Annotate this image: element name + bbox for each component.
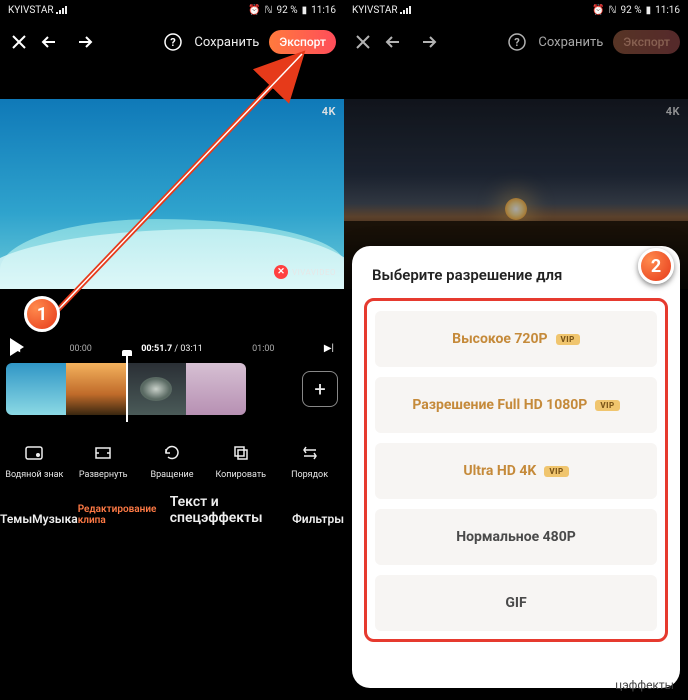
close-icon[interactable] (352, 31, 374, 53)
undo-icon[interactable] (40, 31, 62, 53)
tab-filters[interactable]: Фильтры (292, 512, 344, 526)
clip-thumb[interactable] (66, 363, 126, 415)
export-button[interactable]: Экспорт (613, 30, 680, 54)
tab-themes[interactable]: Темы (0, 512, 32, 526)
time-end: 01:00 (252, 344, 274, 354)
tab-editing[interactable]: Редактирование клипа (78, 504, 170, 526)
svg-text:?: ? (515, 36, 521, 49)
annotation-marker-1: 1 (24, 296, 60, 332)
tool-row: Водяной знак Развернуть Вращение Копиров… (0, 418, 344, 486)
battery-icon: ▮ (302, 5, 308, 16)
save-button[interactable]: Сохранить (194, 35, 259, 50)
rotate-icon (161, 442, 183, 464)
help-icon[interactable]: ? (506, 31, 528, 53)
clip-thumb[interactable] (126, 363, 186, 415)
tool-expand[interactable]: Развернуть (71, 442, 135, 480)
skip-end-icon[interactable]: ▶| (324, 343, 334, 354)
vip-badge: VIP (544, 466, 568, 477)
status-bar: KYIVSTAR ⏰ ℕ 92 % ▮ 11:16 (0, 0, 344, 20)
screenshot-left: KYIVSTAR ⏰ ℕ 92 % ▮ 11:16 ? Сохранить Эк… (0, 0, 344, 700)
watermark-icon (23, 442, 45, 464)
remove-watermark-icon[interactable]: ✕ (274, 265, 288, 279)
tool-order[interactable]: Порядок (278, 442, 342, 480)
time-row: |◀ 00:00 00:51.7 / 03:11 01:00 ▶| (0, 337, 344, 360)
bottom-tabs-dim: цэффекты (344, 670, 688, 700)
nfc-icon: ℕ (265, 5, 273, 16)
redo-icon[interactable] (72, 31, 94, 53)
time-start: 00:00 (69, 344, 91, 354)
option-gif[interactable]: GIF (375, 575, 657, 631)
signal-icon (56, 6, 68, 14)
resolution-options: Высокое 720PVIP Разрешение Full HD 1080P… (364, 298, 668, 642)
timeline[interactable]: + (0, 360, 344, 418)
tool-rotate[interactable]: Вращение (140, 442, 204, 480)
video-preview[interactable]: 4K ✕ VIVAVIDEO (0, 99, 344, 289)
signal-icon (400, 6, 412, 14)
annotation-marker-2: 2 (638, 248, 674, 284)
time-current: 00:51.7 (141, 344, 172, 354)
play-icon[interactable] (10, 338, 24, 356)
help-icon[interactable]: ? (162, 31, 184, 53)
battery-icon: ▮ (646, 5, 652, 16)
status-bar: KYIVSTAR ⏰ ℕ 92 % ▮ 11:16 (344, 0, 688, 20)
tab-fx-dim: цэффекты (615, 678, 674, 692)
clip-thumb[interactable] (186, 363, 246, 415)
tool-copy[interactable]: Копировать (209, 442, 273, 480)
resolution-sheet: Выберите разрешение для Высокое 720PVIP … (352, 246, 680, 688)
save-button[interactable]: Сохранить (538, 35, 603, 50)
copy-icon (230, 442, 252, 464)
alarm-icon: ⏰ (248, 5, 260, 16)
svg-text:?: ? (171, 36, 177, 49)
playhead[interactable] (126, 356, 128, 422)
watermark-text: VIVAVIDEO (292, 268, 336, 277)
expand-icon (92, 442, 114, 464)
clip-thumb[interactable] (6, 363, 66, 415)
clock: 11:16 (311, 5, 336, 16)
editor-toolbar: ? Сохранить Экспорт (344, 20, 688, 64)
screenshot-right: KYIVSTAR ⏰ ℕ 92 % ▮ 11:16 ? Сохранить Эк… (344, 0, 688, 700)
editor-toolbar: ? Сохранить Экспорт (0, 20, 344, 64)
watermark[interactable]: ✕ VIVAVIDEO (274, 265, 336, 279)
vip-badge: VIP (556, 334, 580, 345)
option-1080p[interactable]: Разрешение Full HD 1080PVIP (375, 377, 657, 433)
redo-icon[interactable] (416, 31, 438, 53)
close-icon[interactable] (8, 31, 30, 53)
battery-percent: 92 % (277, 5, 298, 16)
nfc-icon: ℕ (609, 5, 617, 16)
carrier-label: KYIVSTAR (352, 5, 398, 16)
option-4k[interactable]: Ultra HD 4KVIP (375, 443, 657, 499)
tool-watermark[interactable]: Водяной знак (2, 442, 66, 480)
export-button[interactable]: Экспорт (269, 30, 336, 54)
time-total: 03:11 (180, 344, 202, 354)
clock: 11:16 (655, 5, 680, 16)
quality-badge: 4K (322, 105, 336, 118)
option-480p[interactable]: Нормальное 480P (375, 509, 657, 565)
battery-percent: 92 % (621, 5, 642, 16)
sheet-title: Выберите разрешение для (364, 260, 668, 298)
order-icon (299, 442, 321, 464)
tab-text-fx[interactable]: Текст и спецэффекты (170, 494, 292, 526)
undo-icon[interactable] (384, 31, 406, 53)
vip-badge: VIP (595, 400, 619, 411)
carrier-label: KYIVSTAR (8, 5, 54, 16)
add-clip-button[interactable]: + (302, 371, 338, 407)
tab-music[interactable]: Музыка (32, 512, 78, 526)
option-720p[interactable]: Высокое 720PVIP (375, 311, 657, 367)
bottom-tabs: Темы Музыка Редактирование клипа Текст и… (0, 486, 344, 534)
alarm-icon: ⏰ (592, 5, 604, 16)
